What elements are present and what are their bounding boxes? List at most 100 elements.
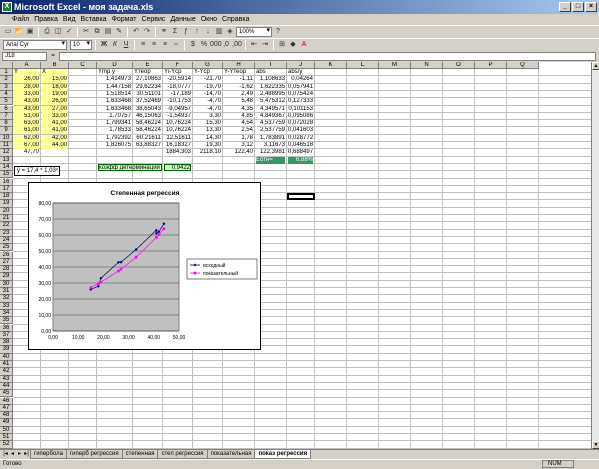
sort-desc-icon[interactable]: ↓	[203, 27, 213, 37]
tab-power-regression[interactable]: степ регрессия	[157, 450, 208, 459]
cell[interactable]: 0,041603	[288, 127, 313, 134]
redo-icon[interactable]: ↷	[142, 27, 152, 37]
cell[interactable]: 122,3981	[256, 149, 285, 156]
cell[interactable]: 41,00	[42, 120, 67, 128]
tab-hyperbola[interactable]: гипербола	[30, 450, 67, 459]
increase-decimal-icon[interactable]: ,0	[221, 40, 231, 50]
cell[interactable]: 3,30	[194, 113, 221, 120]
selected-cell[interactable]	[287, 193, 315, 201]
cell[interactable]: 47,70	[14, 149, 39, 156]
cell[interactable]: 1,633468	[98, 106, 131, 113]
cell[interactable]: 1,78533	[98, 127, 131, 134]
decrease-indent-icon[interactable]: ⇤	[249, 40, 259, 50]
align-center-icon[interactable]: ≡	[149, 40, 159, 50]
cell[interactable]: 43,00	[14, 105, 39, 113]
cell[interactable]: 2,537759	[256, 127, 285, 134]
row-header[interactable]: 29	[0, 273, 13, 281]
cell[interactable]: 1,414973	[98, 76, 131, 83]
help-icon[interactable]: ?	[273, 27, 283, 37]
row-header[interactable]: 45	[0, 390, 13, 398]
spreadsheet-grid[interactable]: A B C D E F G H I J K L M N O P Q 1 2 3 4 5 6 7 8 9 10 11 12 13 14 15 16…	[0, 62, 591, 449]
cell[interactable]: 4,537759	[256, 120, 285, 127]
open-icon[interactable]: 📂	[14, 27, 24, 37]
merge-icon[interactable]: ⇔	[171, 40, 181, 50]
row-header[interactable]: 21	[0, 215, 13, 223]
cell[interactable]: 15,30	[194, 120, 221, 127]
cell[interactable]: 0,046518	[288, 142, 313, 149]
preview-icon[interactable]: ◫	[53, 27, 63, 37]
cell[interactable]: 1,826075	[98, 142, 131, 149]
row-header[interactable]: 28	[0, 266, 13, 274]
cell[interactable]: 42,00	[42, 134, 67, 142]
row-header[interactable]: 26	[0, 251, 13, 259]
column-header[interactable]: N	[411, 62, 443, 69]
cell[interactable]: 28,00	[14, 83, 39, 91]
row-header[interactable]: 25	[0, 244, 13, 252]
cell[interactable]: 4,849367	[256, 113, 285, 120]
sort-asc-icon[interactable]: ↑	[192, 27, 202, 37]
cell[interactable]: abs	[256, 69, 285, 76]
select-all-corner[interactable]	[0, 62, 13, 69]
row-header[interactable]: 49	[0, 419, 13, 427]
cell[interactable]: 19,00	[42, 90, 67, 98]
cell[interactable]: 37,52469	[134, 98, 161, 105]
cell[interactable]: Еотн=	[256, 156, 285, 164]
row-header[interactable]: 12	[0, 149, 13, 157]
cell[interactable]: 0,057941	[288, 84, 313, 91]
row-header[interactable]: 17	[0, 185, 13, 194]
cell[interactable]: 63,88327	[134, 142, 161, 149]
italic-icon[interactable]: К	[110, 40, 120, 50]
cell[interactable]: 13,30	[194, 127, 221, 134]
tab-exp-regression[interactable]: показ регрессия	[254, 450, 312, 459]
cell[interactable]: 1,633468	[98, 98, 131, 105]
cell[interactable]: Y-Ycp	[194, 69, 221, 76]
cell[interactable]: 61,00	[14, 127, 39, 135]
menu-data[interactable]: Данные	[170, 16, 195, 23]
cell[interactable]: 1,518514	[98, 91, 131, 98]
cell[interactable]: 26,00	[42, 98, 67, 106]
menu-help[interactable]: Справка	[222, 16, 249, 23]
maximize-button[interactable]: □	[572, 2, 584, 12]
column-header[interactable]: G	[193, 62, 223, 69]
cell[interactable]: 2,488995	[256, 91, 285, 98]
cell[interactable]: Y-Yтеор	[224, 69, 253, 76]
function-icon[interactable]: ƒ	[181, 27, 191, 37]
cell[interactable]: 41,00	[42, 127, 67, 135]
currency-icon[interactable]: $	[188, 40, 198, 50]
cell[interactable]: 63,00	[14, 120, 39, 128]
percent-icon[interactable]: %	[199, 40, 209, 50]
vertical-scrollbar[interactable]: ▲ ▼	[591, 62, 599, 449]
row-header[interactable]: 51	[0, 434, 13, 442]
row-header[interactable]: 37	[0, 331, 13, 340]
prev-tab-icon[interactable]: ◂	[9, 450, 16, 459]
menu-tools[interactable]: Сервис	[141, 16, 165, 23]
cell[interactable]: 0,095086	[288, 113, 313, 120]
menu-edit[interactable]: Правка	[34, 16, 58, 23]
row-header[interactable]: 33	[0, 302, 13, 310]
column-header[interactable]: B	[41, 62, 69, 69]
tab-power[interactable]: степенная	[121, 450, 159, 459]
row-header[interactable]: 42	[0, 368, 13, 376]
cell[interactable]: 58,46224	[134, 120, 161, 127]
column-header[interactable]: M	[379, 62, 411, 69]
row-header[interactable]: 48	[0, 412, 13, 420]
drawing-icon[interactable]: ◈	[225, 27, 235, 37]
cell[interactable]: 0,075424	[288, 91, 313, 98]
tab-exponential[interactable]: показательная	[206, 450, 256, 459]
row-header[interactable]: 6	[0, 105, 13, 113]
format-painter-icon[interactable]: ✎	[114, 27, 124, 37]
row-header[interactable]: 40	[0, 353, 13, 361]
column-header[interactable]: J	[287, 62, 315, 69]
row-header[interactable]: 50	[0, 426, 13, 434]
column-header[interactable]: C	[69, 62, 97, 69]
row-header[interactable]: 38	[0, 339, 13, 347]
row-header[interactable]: 34	[0, 309, 13, 318]
row-header[interactable]: 52	[0, 441, 13, 449]
cell[interactable]: 0,101153	[288, 106, 313, 113]
row-header[interactable]: 16	[0, 178, 13, 186]
row-header[interactable]: 1	[0, 69, 13, 77]
cell[interactable]: -1,62	[224, 84, 253, 91]
column-header[interactable]: H	[223, 62, 255, 69]
paste-icon[interactable]: ▤	[103, 27, 113, 37]
cell[interactable]: Y	[14, 69, 39, 76]
